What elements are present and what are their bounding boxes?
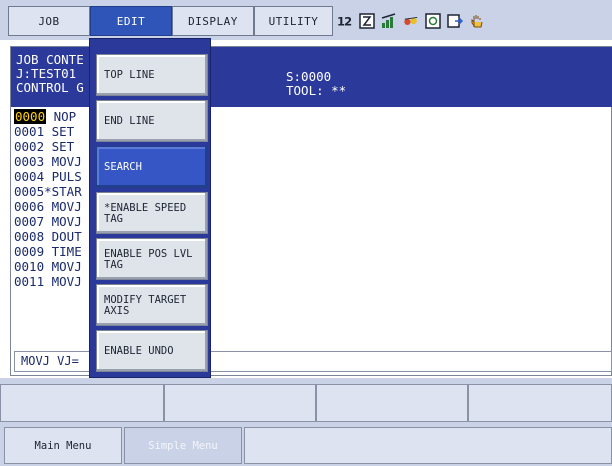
menu-modify-target-axis[interactable]: MODIFY TARGET AXIS	[96, 284, 208, 326]
edit-mode-icon	[359, 13, 375, 29]
hand-icon	[469, 13, 485, 29]
tab-display[interactable]: DISPLAY	[172, 6, 254, 36]
function-key-4[interactable]	[468, 384, 612, 422]
program-line[interactable]: 0001 SET	[14, 125, 74, 139]
line-number-selected: 0000	[14, 109, 47, 124]
main-menu-button[interactable]: Main Menu	[4, 427, 122, 464]
bottom-status-area	[244, 427, 612, 464]
program-line[interactable]: 0005*STAR	[14, 185, 82, 199]
program-line[interactable]: 0002 SET	[14, 140, 74, 154]
program-line[interactable]: 0008 DOUT	[14, 230, 82, 244]
status-icon-group: 12	[337, 6, 485, 36]
menu-enable-speed-tag[interactable]: *ENABLE SPEED TAG	[96, 192, 208, 234]
program-line[interactable]: 0003 MOVJ	[14, 155, 82, 169]
tab-utility[interactable]: UTILITY	[254, 6, 333, 36]
program-line[interactable]: 0006 MOVJ	[14, 200, 82, 214]
control-group: CONTROL G	[16, 80, 84, 95]
menu-end-line[interactable]: END LINE	[96, 100, 208, 142]
menu-search[interactable]: SEARCH	[96, 146, 208, 188]
speed-bars-icon	[381, 13, 397, 29]
function-key-2[interactable]	[164, 384, 316, 422]
program-line[interactable]: 0011 MOVJ	[14, 275, 82, 289]
servo-icon	[425, 13, 441, 29]
program-line[interactable]: 0000 NOP	[14, 109, 76, 124]
function-key-3[interactable]	[316, 384, 468, 422]
step-label: S:0000	[286, 69, 332, 84]
tab-edit[interactable]: EDIT	[90, 6, 172, 36]
program-line[interactable]: 0004 PULS	[14, 170, 82, 184]
simple-menu-button[interactable]: Simple Menu	[124, 427, 242, 464]
menu-enable-pos-lvl-tag[interactable]: ENABLE POS LVL TAG	[96, 238, 208, 280]
menu-top-line[interactable]: TOP LINE	[96, 54, 208, 96]
program-line[interactable]: 0007 MOVJ	[14, 215, 82, 229]
tab-job[interactable]: JOB	[8, 6, 90, 36]
job-content-title: JOB CONTE	[16, 52, 84, 67]
tool-number-icon: 12	[337, 13, 353, 29]
coordinate-icon	[403, 13, 419, 29]
function-key-1[interactable]	[0, 384, 164, 422]
program-line[interactable]: 0010 MOVJ	[14, 260, 82, 274]
program-line[interactable]: 0009 TIME	[14, 245, 82, 259]
job-name: J:TEST01	[16, 66, 77, 81]
svg-text:2: 2	[344, 14, 352, 28]
step-icon	[447, 13, 463, 29]
tool-label: TOOL: **	[286, 83, 347, 98]
menu-enable-undo[interactable]: ENABLE UNDO	[96, 330, 208, 372]
